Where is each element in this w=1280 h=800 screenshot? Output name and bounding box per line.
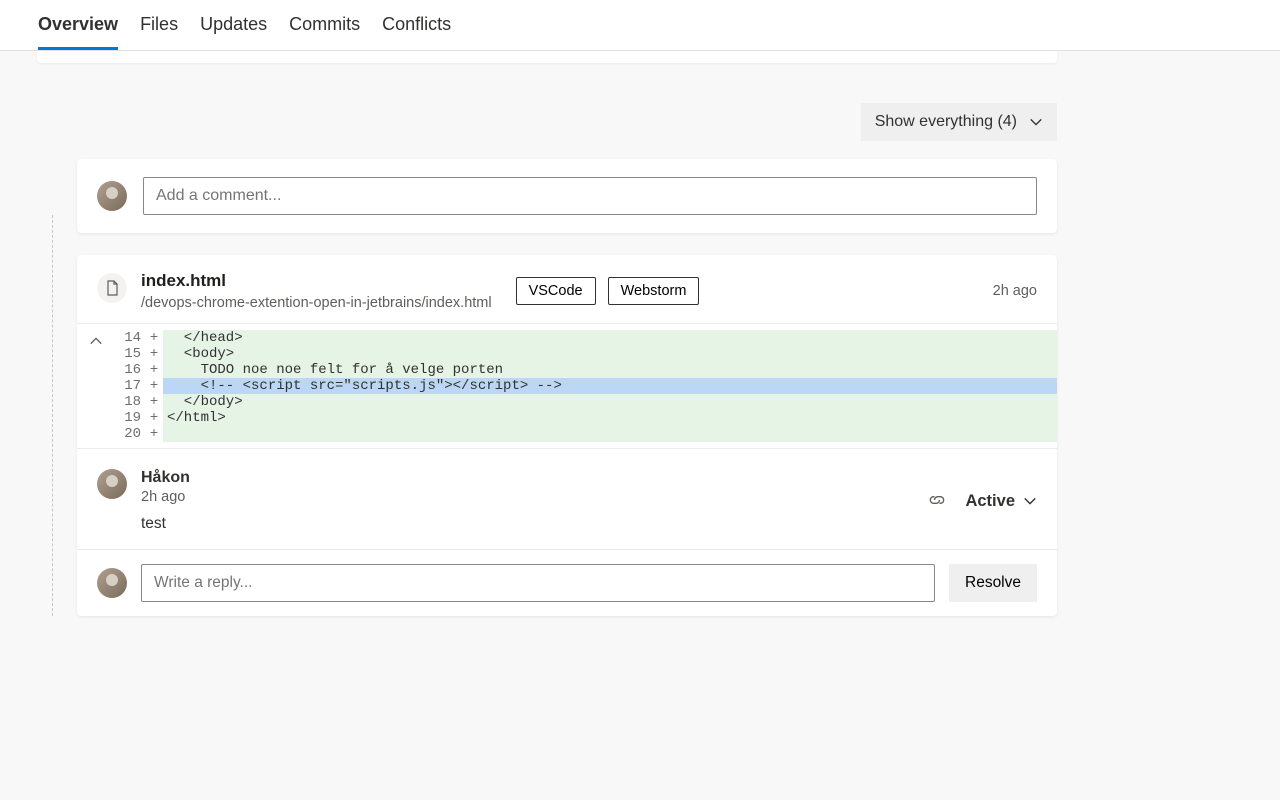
reply-row: Resolve [77,549,1057,616]
reply-input[interactable] [141,564,935,602]
tab-updates[interactable]: Updates [200,0,267,50]
comment-status-label: Active [965,492,1015,511]
filter-label: Show everything (4) [875,113,1017,131]
diff-line: 17+ <!-- <script src="scripts.js"></scr​… [115,378,1057,394]
collapse-diff-button[interactable] [89,334,103,353]
add-comment-input[interactable] [143,177,1037,215]
tab-overview[interactable]: Overview [38,0,118,50]
comment: Håkon 2h ago test Active [77,448,1057,549]
avatar [97,181,127,211]
file-header: index.html /devops-chrome-extention-open… [77,255,1057,323]
open-vscode-button[interactable]: VSCode [516,277,596,305]
comment-timestamp: 2h ago [141,489,913,505]
avatar [97,469,127,499]
tab-commits[interactable]: Commits [289,0,360,50]
copy-link-icon[interactable] [927,490,947,513]
resolve-button[interactable]: Resolve [949,564,1037,602]
diff-line: 18+ </body> [115,394,1057,410]
diff-line: 15+ <body> [115,346,1057,362]
chevron-down-icon [1029,115,1043,129]
thread-timestamp: 2h ago [993,283,1037,299]
comment-text: test [141,515,913,533]
comment-status-dropdown[interactable]: Active [965,492,1037,511]
diff-line: 20+ [115,426,1057,442]
tab-conflicts[interactable]: Conflicts [382,0,451,50]
timeline-line [52,215,53,616]
file-thread-card: index.html /devops-chrome-extention-open… [77,255,1057,616]
file-name[interactable]: index.html [141,271,492,291]
tab-files[interactable]: Files [140,0,178,50]
pr-tabs: Overview Files Updates Commits Conflicts [0,0,1280,51]
avatar [97,568,127,598]
comment-author: Håkon [141,469,913,487]
file-icon [97,273,127,303]
file-path: /devops-chrome-extention-open-in-jetbrai… [141,295,492,311]
diff-block: 14+ </head>15+ <body>16+ TODO noe noe fe… [77,323,1057,448]
add-comment-card [77,159,1057,233]
diff-line: 14+ </head> [115,330,1057,346]
open-webstorm-button[interactable]: Webstorm [608,277,700,305]
description-card-bottom [37,51,1057,63]
diff-line: 19+</html> [115,410,1057,426]
chevron-down-icon [1023,494,1037,508]
diff-line: 16+ TODO noe noe felt for å velge porten [115,362,1057,378]
filter-dropdown[interactable]: Show everything (4) [861,103,1057,141]
